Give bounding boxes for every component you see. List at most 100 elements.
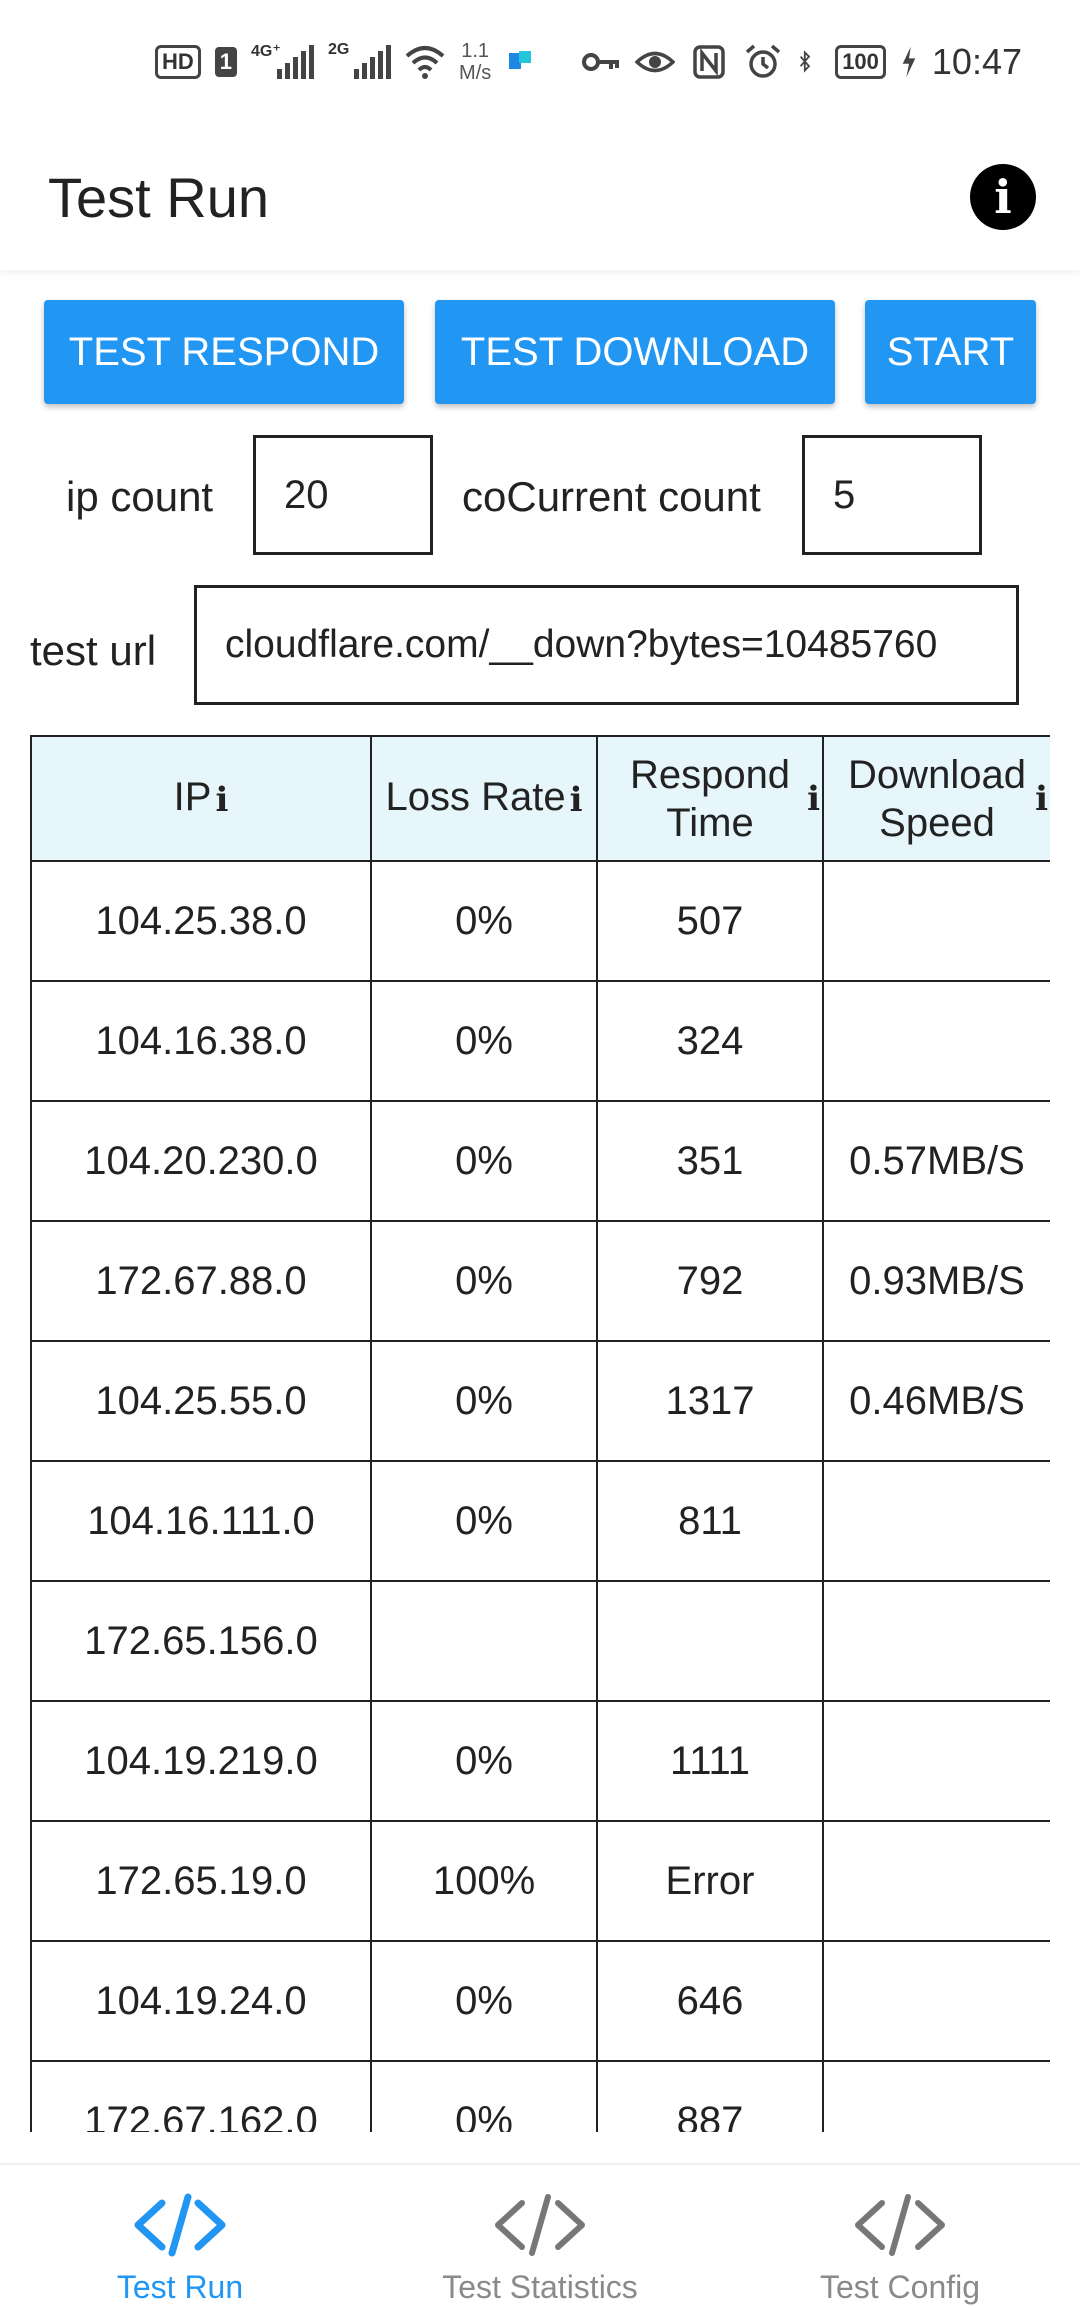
table-row[interactable]: 104.19.219.0 0% 1111 — [30, 1700, 1050, 1822]
code-icon — [855, 2194, 945, 2256]
alarm-icon — [746, 44, 781, 78]
cell-respond: 646 — [596, 1940, 824, 2062]
sim-badge: 1 — [214, 47, 238, 77]
cell-loss — [370, 1580, 598, 1702]
nav-label-test-statistics: Test Statistics — [442, 2269, 638, 2305]
nfc-icon — [693, 45, 725, 79]
vpn-key-icon — [582, 53, 620, 71]
header-ip[interactable]: IP i — [30, 735, 372, 862]
app-notification-icon — [509, 51, 532, 69]
cell-download: 0.93MB/S — [822, 1220, 1050, 1342]
table-row[interactable]: 172.65.19.0 100% Error — [30, 1820, 1050, 1942]
cell-ip: 172.65.156.0 — [30, 1580, 372, 1702]
test-url-input[interactable]: cloudflare.com/__down?bytes=10485760 — [194, 585, 1019, 705]
header-download-label-2: Speed — [879, 800, 995, 845]
cell-respond: Error — [596, 1820, 824, 1942]
ip-count-input[interactable]: 20 — [253, 435, 433, 555]
bottom-navigation: Test Run Test Statistics Test Config — [0, 2163, 1080, 2310]
table-row[interactable]: 104.19.24.0 0% 646 — [30, 1940, 1050, 2062]
cocurrent-count-input[interactable]: 5 — [802, 435, 982, 555]
cocurrent-count-label: coCurrent count — [462, 473, 761, 520]
cell-respond — [596, 1580, 824, 1702]
cell-loss: 0% — [370, 1340, 598, 1462]
test-download-button[interactable]: TEST DOWNLOAD — [435, 300, 835, 404]
cell-respond: 507 — [596, 860, 824, 982]
cell-ip: 172.67.162.0 — [30, 2060, 372, 2132]
table-row[interactable]: 104.20.230.0 0% 351 0.57MB/S — [30, 1100, 1050, 1222]
nav-item-test-statistics[interactable]: Test Statistics — [390, 2165, 690, 2306]
cell-respond: 351 — [596, 1100, 824, 1222]
cell-loss: 0% — [370, 860, 598, 982]
header-loss-rate[interactable]: Loss Rate i — [370, 735, 598, 862]
cell-ip: 172.67.88.0 — [30, 1220, 372, 1342]
header-loss-label: Loss Rate — [385, 775, 566, 820]
nav-item-test-config[interactable]: Test Config — [750, 2165, 1050, 2306]
nav-label-test-run: Test Run — [116, 2269, 244, 2305]
charging-icon — [902, 46, 916, 78]
code-icon — [134, 2193, 226, 2257]
nav-item-test-run[interactable]: Test Run — [30, 2165, 330, 2306]
cell-loss: 100% — [370, 1820, 598, 1942]
respond-time-info-icon[interactable]: i — [807, 775, 820, 823]
action-buttons: TEST RESPOND TEST DOWNLOAD START — [0, 300, 1080, 404]
table-row[interactable]: 172.67.88.0 0% 792 0.93MB/S — [30, 1220, 1050, 1342]
test-respond-button[interactable]: TEST RESPOND — [44, 300, 404, 404]
results-table: IP i Loss Rate i Respond Time i Download S… — [30, 735, 1050, 2132]
cell-loss: 0% — [370, 1940, 598, 2062]
bluetooth-icon — [800, 50, 811, 73]
test-url-label: test url — [30, 627, 157, 674]
cell-ip: 104.25.38.0 — [30, 860, 372, 982]
table-row[interactable]: 104.16.111.0 0% 811 — [30, 1460, 1050, 1582]
code-icon — [495, 2194, 585, 2256]
cell-loss: 0% — [370, 1460, 598, 1582]
cell-respond: 792 — [596, 1220, 824, 1342]
table-row[interactable]: 104.25.55.0 0% 1317 0.46MB/S — [30, 1340, 1050, 1462]
header-respond-label-2: Time — [666, 800, 754, 845]
table-row[interactable]: 104.16.38.0 0% 324 — [30, 980, 1050, 1102]
ip-info-icon[interactable]: i — [215, 776, 228, 824]
battery-icon: 100 — [835, 45, 886, 79]
cell-respond: 887 — [596, 2060, 824, 2132]
results-table-scroll[interactable]: IP i Loss Rate i Respond Time i Download S… — [30, 735, 1050, 2132]
table-row[interactable]: 104.25.38.0 0% 507 — [30, 860, 1050, 982]
download-speed-info-icon[interactable]: i — [1035, 775, 1048, 823]
cell-download: 0.57MB/S — [822, 1100, 1050, 1222]
status-left: HD 1 4G⁺ 2G 1.1 M/s — [155, 40, 535, 84]
cell-respond: 324 — [596, 980, 824, 1102]
table-row[interactable]: 172.65.156.0 — [30, 1580, 1050, 1702]
cell-download — [822, 1820, 1050, 1942]
header-respond-time[interactable]: Respond Time i — [596, 735, 824, 862]
ip-count-label: ip count — [66, 473, 214, 520]
start-button[interactable]: START — [865, 300, 1036, 404]
cell-ip: 104.16.38.0 — [30, 980, 372, 1102]
status-right: 100 10:47 — [581, 41, 1022, 83]
cell-ip: 172.65.19.0 — [30, 1820, 372, 1942]
cell-loss: 0% — [370, 1220, 598, 1342]
table-row[interactable]: 172.67.162.0 0% 887 — [30, 2060, 1050, 2132]
eye-icon — [635, 51, 676, 73]
cell-respond: 811 — [596, 1460, 824, 1582]
header-download-label-1: Download — [848, 752, 1026, 797]
header-ip-label: IP — [173, 775, 212, 820]
signal-4g-label: 4G⁺ — [251, 43, 281, 60]
table-header-row: IP i Loss Rate i Respond Time i Download S… — [30, 735, 1050, 862]
cell-ip: 104.19.219.0 — [30, 1700, 372, 1822]
signal-2g-icon: 2G — [328, 41, 392, 79]
cell-loss: 0% — [370, 1100, 598, 1222]
network-speed-value: 1.1 — [461, 40, 490, 62]
hd-badge: HD — [155, 45, 201, 79]
network-speed: 1.1 M/s — [459, 40, 491, 84]
cell-download — [822, 860, 1050, 982]
cell-download: 0.46MB/S — [822, 1340, 1050, 1462]
signal-2g-label: 2G — [328, 41, 350, 58]
cell-ip: 104.19.24.0 — [30, 1940, 372, 2062]
cell-loss: 0% — [370, 1700, 598, 1822]
cell-download — [822, 1700, 1050, 1822]
header-download-speed[interactable]: Download Speed i — [822, 735, 1050, 862]
cell-download — [822, 1580, 1050, 1702]
cell-respond: 1111 — [596, 1700, 824, 1822]
info-circle-icon[interactable]: i — [970, 164, 1036, 230]
nav-label-test-config: Test Config — [819, 2269, 981, 2305]
loss-rate-info-icon[interactable]: i — [570, 776, 583, 824]
page-title: Test Run — [48, 165, 269, 229]
